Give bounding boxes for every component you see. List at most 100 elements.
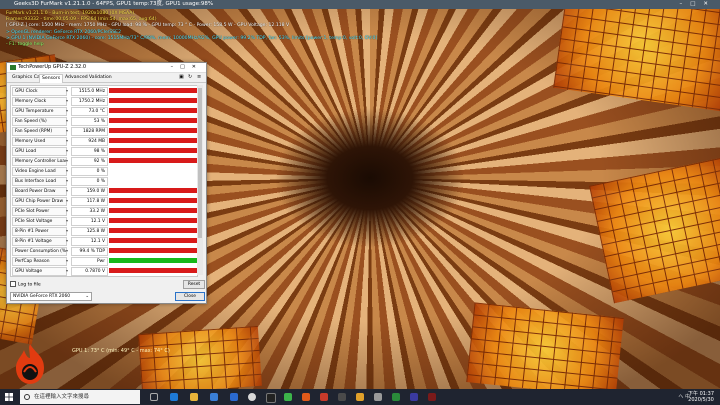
sensor-row: 8-Pin #1 Power ▾ 125.8 W: [11, 226, 197, 236]
sensor-dropdown-icon[interactable]: ▾: [66, 218, 68, 223]
sensor-row: Power Consumption (%) ▾ 99.4 % TDP: [11, 246, 197, 256]
sensor-value: 0 %: [71, 167, 108, 176]
sensor-label: GPU Chip Power Draw: [12, 197, 67, 206]
sensor-dropdown-icon[interactable]: ▾: [66, 238, 68, 243]
sensor-value: 125.8 W: [71, 227, 108, 236]
sensor-row: Memory Used ▾ 924 MB: [11, 136, 197, 146]
file-explorer-icon[interactable]: [190, 393, 198, 401]
sensor-graph-bar: [109, 98, 197, 103]
chrome-icon[interactable]: [248, 393, 256, 401]
scrollbar-thumb[interactable]: [198, 88, 202, 238]
mail-icon[interactable]: [230, 393, 238, 401]
windows-start-icon[interactable]: [5, 393, 13, 401]
sensor-list: GPU Clock ▾ 1515.0 MHz Memory Clock ▾ 1750.2 …: [10, 85, 198, 277]
sensor-row: PerfCap Reason ▾ Pwr: [11, 256, 197, 266]
sensor-label: GPU Temperature: [12, 107, 67, 116]
app-icon[interactable]: [428, 393, 436, 401]
sensor-value: 0.7870 V: [71, 267, 108, 276]
sensor-value: 1828 RPM: [71, 127, 108, 136]
tab-validation[interactable]: Validation: [87, 74, 114, 82]
fur-tile-bottom-left: [138, 325, 262, 395]
gpuz-taskbar-icon[interactable]: [284, 393, 292, 401]
gpu-select-value: NVIDIA GeForce RTX 2060: [13, 294, 71, 299]
sensor-dropdown-icon[interactable]: ▾: [66, 118, 68, 123]
sensor-dropdown-icon[interactable]: ▾: [66, 168, 68, 173]
sensor-row: Bus Interface Load ▾ 0 %: [11, 176, 197, 186]
close-button[interactable]: Close: [175, 292, 205, 301]
app-icon[interactable]: [356, 393, 364, 401]
gpuz-title-bar[interactable]: TechPowerUp GPU-Z 2.32.0 –□✕: [7, 63, 206, 73]
gpu-select-dropdown[interactable]: NVIDIA GeForce RTX 2060 ⌄: [10, 292, 92, 301]
sensor-label: 8-Pin #1 Voltage: [12, 237, 67, 246]
refresh-icon[interactable]: ↻: [188, 75, 193, 80]
reset-button[interactable]: Reset: [183, 280, 205, 289]
sensor-value: 117.8 W: [71, 197, 108, 206]
sensor-dropdown-icon[interactable]: ▾: [66, 158, 68, 163]
info-line: - F1: toggle help: [6, 42, 44, 48]
tab-advanced[interactable]: Advanced: [63, 74, 90, 82]
log-to-file-label: Log to file: [18, 282, 41, 288]
taskbar-clock[interactable]: 下午 01:37 2020/5/30: [688, 391, 714, 403]
log-to-file-checkbox[interactable]: Log to file: [10, 281, 41, 288]
store-icon[interactable]: [210, 393, 218, 401]
sensor-dropdown-icon[interactable]: ▾: [66, 98, 68, 103]
sensor-graph-bar: [109, 108, 197, 113]
app-icon[interactable]: [410, 393, 418, 401]
sensor-graph-bar: [109, 218, 197, 223]
menu-icon[interactable]: ≡: [197, 75, 202, 80]
gpuz-tab-strip: Graphics Card Sensors Advanced Validatio…: [7, 73, 206, 83]
sensor-dropdown-icon[interactable]: ▾: [66, 208, 68, 213]
sensor-dropdown-icon[interactable]: ▾: [66, 268, 68, 273]
task-view-icon[interactable]: [150, 393, 158, 401]
app-icon[interactable]: [392, 393, 400, 401]
sensor-scrollbar[interactable]: [197, 85, 203, 275]
app-icon[interactable]: [374, 393, 382, 401]
sensor-dropdown-icon[interactable]: ▾: [66, 178, 68, 183]
sensor-value: 1750.2 MHz: [71, 97, 108, 106]
app-icon[interactable]: [338, 393, 346, 401]
sensor-row: GPU Temperature ▾ 73.0 °C: [11, 106, 197, 116]
sensor-label: Bus Interface Load: [12, 177, 67, 186]
sensor-graph-bar: [109, 248, 197, 253]
edge-browser-icon[interactable]: [170, 393, 178, 401]
sensor-label: Fan Speed (RPM): [12, 127, 67, 136]
sensor-dropdown-icon[interactable]: ▾: [66, 108, 68, 113]
app-icon[interactable]: [320, 393, 328, 401]
sensor-row: PCIe Slot Voltage ▾ 12.1 V: [11, 216, 197, 226]
sensor-dropdown-icon[interactable]: ▾: [66, 88, 68, 93]
sensor-label: 8-Pin #1 Power: [12, 227, 67, 236]
taskbar-search-box[interactable]: 在這裡輸入文字來搜尋: [20, 390, 140, 404]
sensor-dropdown-icon[interactable]: ▾: [66, 138, 68, 143]
sensor-dropdown-icon[interactable]: ▾: [66, 258, 68, 263]
sensor-label: GPU Load: [12, 147, 67, 156]
sensor-graph-bar: [109, 198, 197, 203]
sensor-value: 33.2 W: [71, 207, 108, 216]
furmark-flame-logo-icon: [16, 344, 44, 384]
clock-date: 2020/5/30: [688, 397, 714, 403]
sensor-row: Video Engine Load ▾ 0 %: [11, 166, 197, 176]
sensor-row: Memory Clock ▾ 1750.2 MHz: [11, 96, 197, 106]
sensor-row: GPU Chip Power Draw ▾ 117.8 W: [11, 196, 197, 206]
sensor-row: PCIe Slot Power ▾ 33.2 W: [11, 206, 197, 216]
window-controls[interactable]: –□✕: [679, 0, 716, 9]
sensor-dropdown-icon[interactable]: ▾: [66, 248, 68, 253]
tab-sensors[interactable]: Sensors: [39, 74, 64, 83]
sensor-dropdown-icon[interactable]: ▾: [66, 148, 68, 153]
sensor-graph-bar: [109, 228, 197, 233]
gpuz-window-controls[interactable]: –□✕: [171, 63, 203, 72]
camera-icon[interactable]: ▣: [179, 75, 184, 80]
sensor-dropdown-icon[interactable]: ▾: [66, 228, 68, 233]
furmark-window-title: Geeks3D FurMark v1.21.1.0 - 64FPS, GPU1 …: [14, 1, 214, 7]
sensor-value: 53 %: [71, 117, 108, 126]
sensor-dropdown-icon[interactable]: ▾: [66, 188, 68, 193]
sensor-label: PCIe Slot Power: [12, 207, 67, 216]
sensor-value: 159.0 W: [71, 187, 108, 196]
info-line: > GPU 1 (NVIDIA GeForce RTX 2060) - core…: [6, 35, 378, 41]
sensor-dropdown-icon[interactable]: ▾: [66, 198, 68, 203]
chevron-down-icon: ⌄: [85, 294, 89, 299]
sensor-dropdown-icon[interactable]: ▾: [66, 128, 68, 133]
app-icon[interactable]: [266, 393, 276, 403]
furmark-taskbar-icon[interactable]: [302, 393, 310, 401]
sensor-label: GPU Voltage: [12, 267, 67, 276]
checkbox-box[interactable]: [10, 281, 16, 287]
